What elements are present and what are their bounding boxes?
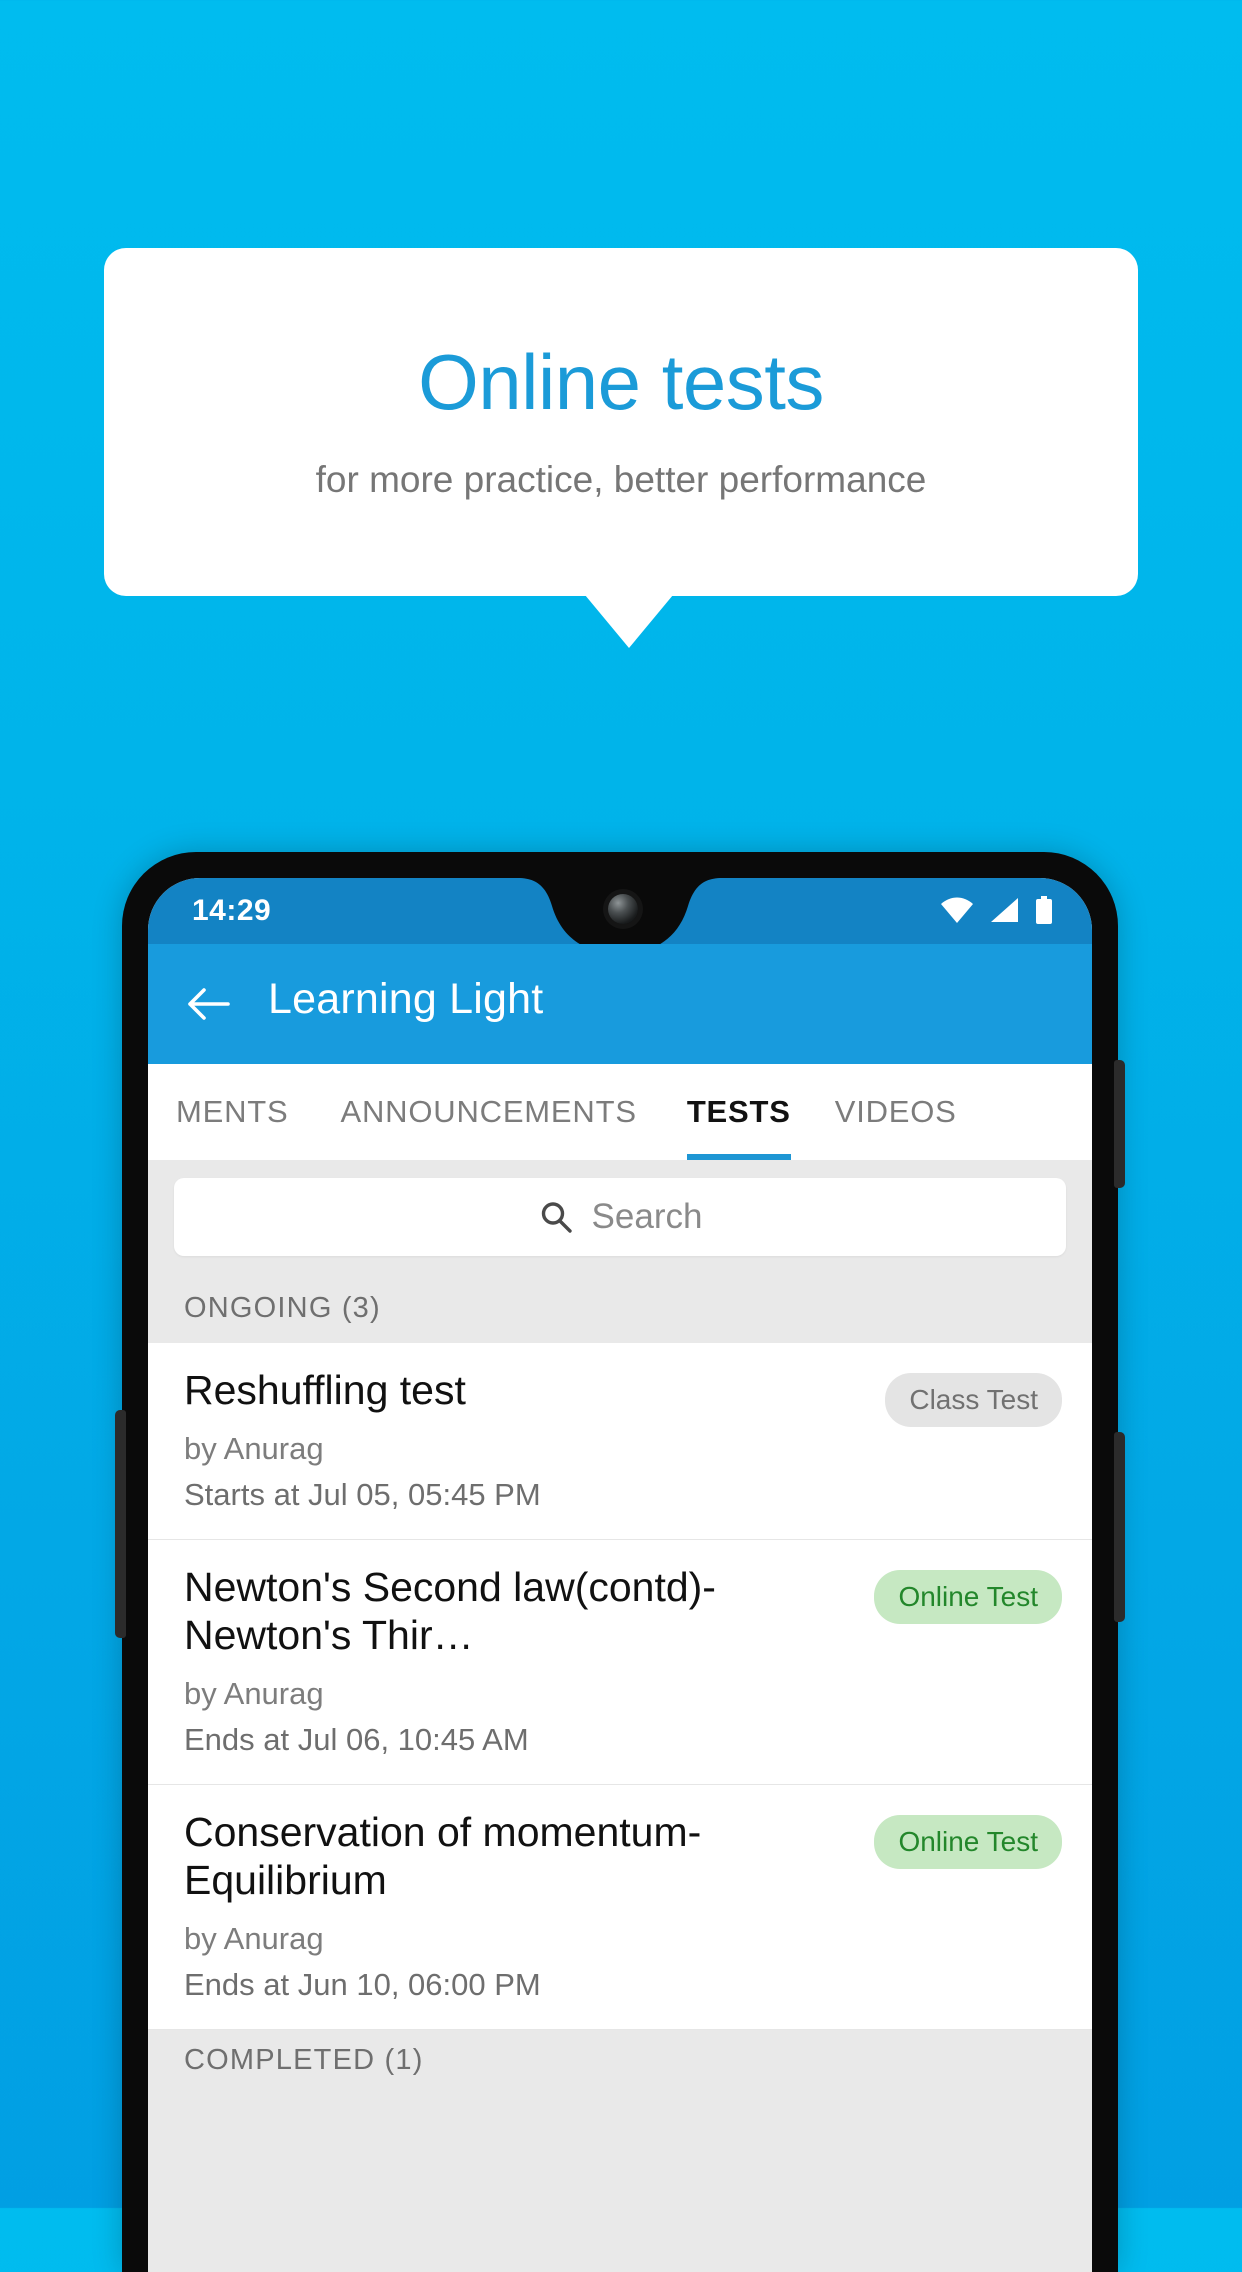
test-title: Newton's Second law(contd)-Newton's Thir… [184,1563,716,1658]
promo-bubble-tail [585,595,673,648]
status-time: 14:29 [192,894,272,927]
power-button-right[interactable] [1114,1432,1125,1622]
promo-card: Online tests for more practice, better p… [104,248,1138,596]
test-schedule: Ends at Jun 10, 06:00 PM [184,1966,541,2002]
tab-tests[interactable]: TESTS [686,1064,791,1160]
volume-button-left[interactable] [115,1410,126,1638]
search-icon [541,1202,572,1233]
status-icons [940,896,1054,924]
list-item[interactable]: Conservation of momentum-Equilibrium by … [148,1784,1092,2030]
test-title: Conservation of momentum-Equilibrium [184,1808,702,1903]
search-area: Search [148,1160,1092,1278]
test-schedule: Starts at Jul 05, 05:45 PM [184,1476,541,1512]
tab-videos[interactable]: VIDEOS [835,1064,957,1160]
phone-screen: 14:29 Learning Light MENTS ANNOUNCEMENTS… [148,878,1092,2272]
list-item[interactable]: Newton's Second law(contd)-Newton's Thir… [148,1539,1092,1785]
promo-subtitle: for more practice, better performance [315,458,927,500]
test-author: by Anurag [184,1430,324,1466]
status-badge: Online Test [874,1814,1062,1869]
section-header-ongoing: ONGOING (3) [148,1278,1092,1343]
phone-mockup: 14:29 Learning Light MENTS ANNOUNCEMENTS… [115,852,1125,2272]
test-author: by Anurag [184,1920,324,1956]
cellular-signal-icon [991,898,1018,922]
status-badge: Online Test [874,1569,1062,1624]
test-schedule: Ends at Jul 06, 10:45 AM [184,1721,529,1757]
tests-content: Search ONGOING (3) Reshuffling test by A… [148,1160,1092,2272]
status-bar: 14:29 [148,878,1092,954]
search-input[interactable]: Search [174,1178,1066,1256]
section-header-completed: COMPLETED (1) [148,2029,1092,2095]
page-title: Learning Light [268,975,544,1023]
volume-button-right[interactable] [1114,1060,1125,1188]
test-author: by Anurag [184,1675,324,1711]
tab-bar: MENTS ANNOUNCEMENTS TESTS VIDEOS [148,1064,1092,1160]
test-title: Reshuffling test [184,1367,466,1413]
search-placeholder: Search [591,1197,703,1236]
status-badge: Class Test [885,1373,1062,1427]
front-camera-icon [608,894,638,924]
list-item[interactable]: Reshuffling test by Anurag Starts at Jul… [148,1343,1092,1540]
promo-title: Online tests [418,337,824,426]
tab-announcements[interactable]: ANNOUNCEMENTS [341,1064,637,1160]
back-arrow-icon[interactable] [184,980,232,1028]
tab-assignments[interactable]: MENTS [176,1064,289,1160]
app-bar: Learning Light [148,944,1092,1064]
wifi-icon [941,897,973,923]
battery-icon [1036,896,1052,924]
